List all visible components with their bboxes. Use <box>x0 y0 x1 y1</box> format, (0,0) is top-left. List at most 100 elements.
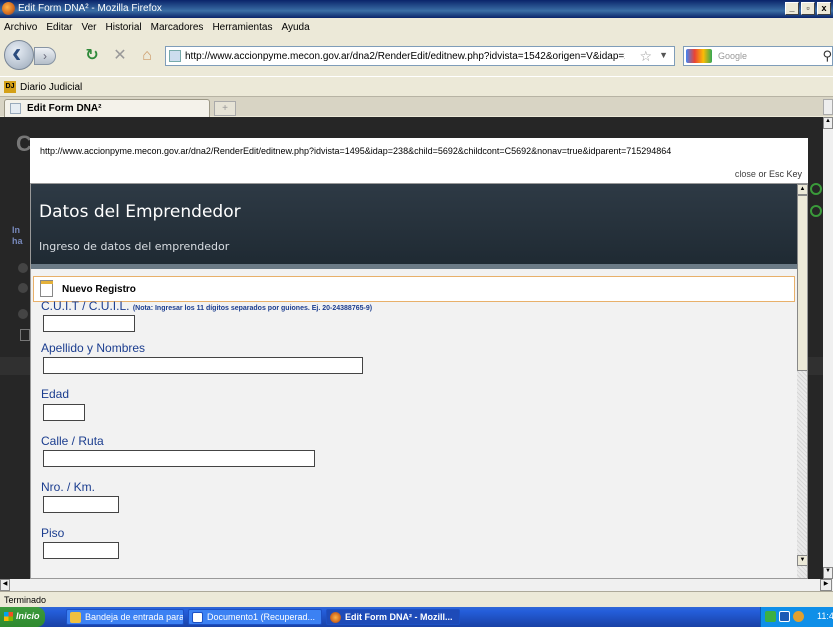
minimize-button[interactable]: _ <box>785 2 799 15</box>
tab-scroll-button[interactable] <box>823 99 833 115</box>
firefox-icon <box>2 2 15 15</box>
page-horizontal-scrollbar[interactable]: ◀ ▶ <box>0 579 833 591</box>
scroll-up-icon[interactable]: ▲ <box>823 117 833 129</box>
cuit-input[interactable] <box>43 315 135 332</box>
menu-archivo[interactable]: Archivo <box>4 22 37 33</box>
frame-scroll-down-icon[interactable]: ▼ <box>797 555 807 566</box>
new-tab-button[interactable]: + <box>214 101 236 116</box>
cuit-label: C.U.I.T / C.U.I.L. <box>41 299 130 313</box>
background-circle <box>18 283 28 293</box>
stop-icon[interactable]: ✕ <box>112 48 128 64</box>
cuit-note: (Nota: Ingresar los 11 dígitos separados… <box>132 305 373 312</box>
menu-ver[interactable]: Ver <box>81 22 96 33</box>
navigation-toolbar: › ↻ ✕ ⌂ http://www.accionpyme.mecon.gov.… <box>0 36 833 76</box>
tab-label: Edit Form DNA² <box>27 103 102 114</box>
close-or-text: or <box>758 169 767 179</box>
search-engine-icon[interactable] <box>686 49 712 63</box>
firefox-task-icon <box>330 612 341 623</box>
field-label-piso: Piso <box>41 526 65 540</box>
close-key-text: Esc Key <box>768 169 802 179</box>
modal-url: http://www.accionpyme.mecon.gov.ar/dna2/… <box>40 146 672 156</box>
modal-dialog: http://www.accionpyme.mecon.gov.ar/dna2/… <box>30 138 808 579</box>
document-icon <box>40 280 53 297</box>
background-green-dot <box>810 183 822 195</box>
menu-herramientas[interactable]: Herramientas <box>212 22 272 33</box>
page-icon <box>10 103 21 114</box>
tab-bar: Edit Form DNA² + <box>0 96 833 117</box>
back-button[interactable] <box>4 37 34 70</box>
bookmark-star-icon[interactable]: ☆ <box>639 48 652 65</box>
header-divider <box>31 264 797 269</box>
start-button[interactable]: Inicio <box>0 607 45 627</box>
field-label-calle: Calle / Ruta <box>41 434 104 448</box>
modal-close-hint: close or Esc Key <box>735 169 802 179</box>
menu-bar: Archivo Editar Ver Historial Marcadores … <box>0 18 833 36</box>
search-bar[interactable]: Google ⚲ <box>683 46 833 66</box>
background-circle <box>18 309 28 319</box>
windows-taskbar: Inicio Bandeja de entrada para ... Docum… <box>0 607 833 627</box>
task-label: Edit Form DNA² - Mozill... <box>345 612 453 622</box>
search-placeholder[interactable]: Google <box>718 51 747 61</box>
forward-button[interactable]: › <box>34 47 56 65</box>
menu-editar[interactable]: Editar <box>46 22 72 33</box>
shield-icon[interactable] <box>779 611 790 622</box>
site-identity-icon[interactable] <box>169 50 181 62</box>
form-subtitle: Ingreso de datos del emprendedor <box>39 240 230 253</box>
background-checkbox <box>20 329 30 341</box>
form-header: Datos del Emprendedor Ingreso de datos d… <box>31 184 797 264</box>
outlook-icon <box>70 612 81 623</box>
status-bar: Terminado <box>0 591 833 607</box>
frame-scroll-thumb[interactable] <box>797 195 807 371</box>
task-outlook[interactable]: Bandeja de entrada para ... <box>66 609 184 625</box>
nro-km-input[interactable] <box>43 496 119 513</box>
status-text: Terminado <box>4 595 47 605</box>
reload-icon[interactable]: ↻ <box>84 48 100 64</box>
piso-input[interactable] <box>43 542 119 559</box>
form-title: Datos del Emprendedor <box>39 202 241 222</box>
frame-scroll-up-icon[interactable]: ▲ <box>797 184 807 195</box>
form-frame: Datos del Emprendedor Ingreso de datos d… <box>30 183 808 579</box>
close-window-button[interactable]: x <box>817 2 831 15</box>
speaker-icon[interactable] <box>793 611 804 622</box>
apellido-nombres-input[interactable] <box>43 357 363 374</box>
bookmarks-toolbar: DJ Diario Judicial <box>0 76 833 96</box>
menu-marcadores[interactable]: Marcadores <box>151 22 204 33</box>
background-side-text: In ha <box>12 225 23 246</box>
background-green-dot <box>810 205 822 217</box>
word-icon <box>192 612 203 623</box>
field-label-nro: Nro. / Km. <box>41 480 96 494</box>
scroll-down-icon[interactable]: ▼ <box>823 567 833 579</box>
menu-ayuda[interactable]: Ayuda <box>281 22 309 33</box>
section-title: Nuevo Registro <box>62 284 136 295</box>
field-label-edad: Edad <box>41 387 70 401</box>
window-title: Edit Form DNA² - Mozilla Firefox <box>18 3 162 14</box>
home-icon[interactable]: ⌂ <box>139 48 155 64</box>
maximize-button[interactable]: ▫ <box>801 2 815 15</box>
url-text[interactable]: http://www.accionpyme.mecon.gov.ar/dna2/… <box>185 51 625 62</box>
diario-judicial-icon: DJ <box>4 81 16 93</box>
task-label: Documento1 (Recuperad... <box>207 612 316 622</box>
scroll-right-icon[interactable]: ▶ <box>820 579 832 591</box>
background-circle <box>18 263 28 273</box>
frame-scrollbar[interactable]: ▲ ▼ <box>797 184 807 578</box>
calle-ruta-input[interactable] <box>43 450 315 467</box>
url-dropdown-icon[interactable]: ▼ <box>659 50 668 60</box>
url-bar[interactable]: http://www.accionpyme.mecon.gov.ar/dna2/… <box>165 46 675 66</box>
modal-close-link[interactable]: close <box>735 169 756 179</box>
page-vertical-scrollbar[interactable]: ▲ ▼ <box>823 117 833 579</box>
bookmark-diario-judicial[interactable]: Diario Judicial <box>20 82 82 93</box>
edad-input[interactable] <box>43 404 85 421</box>
system-tray: 11:47 <box>760 607 833 627</box>
field-label-apellido: Apellido y Nombres <box>41 341 146 355</box>
window-titlebar: Edit Form DNA² - Mozilla Firefox _ ▫ x <box>0 0 833 18</box>
task-firefox[interactable]: Edit Form DNA² - Mozill... <box>326 609 460 625</box>
tab-edit-form[interactable]: Edit Form DNA² <box>4 99 210 117</box>
task-word[interactable]: Documento1 (Recuperad... <box>188 609 322 625</box>
scroll-left-icon[interactable]: ◀ <box>0 579 10 591</box>
clock: 11:47 <box>817 611 833 621</box>
search-icon[interactable]: ⚲ <box>822 48 832 64</box>
network-icon[interactable] <box>765 611 776 622</box>
menu-historial[interactable]: Historial <box>106 22 142 33</box>
task-label: Bandeja de entrada para ... <box>85 612 184 622</box>
registration-form: C.U.I.T / C.U.I.L. (Nota: Ingresar los 1… <box>31 299 797 578</box>
